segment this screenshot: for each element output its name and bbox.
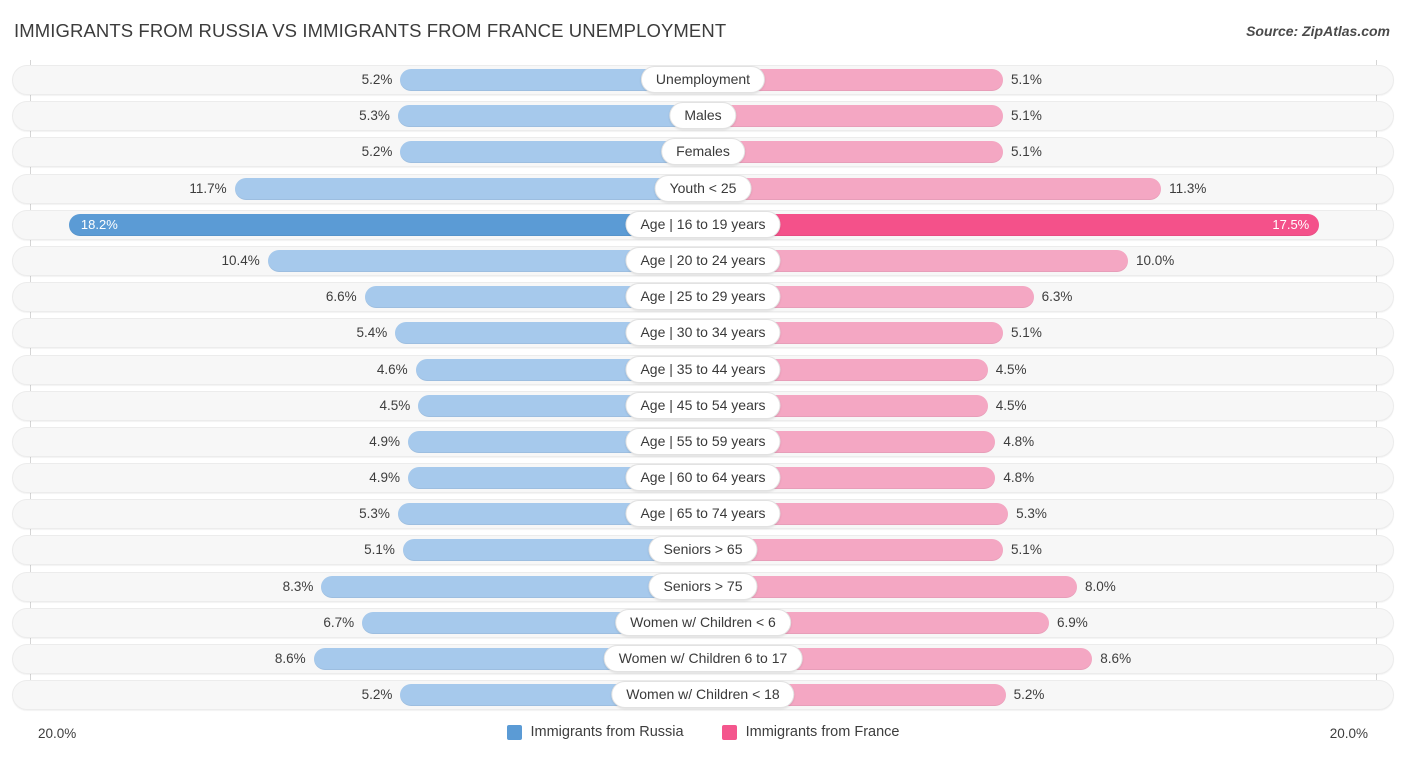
bar-value-left: 4.9% (369, 433, 401, 449)
bar-value-right: 4.5% (995, 397, 1027, 413)
chart-legend: Immigrants from Russia Immigrants from Fr… (0, 724, 1406, 740)
bar-value-left: 11.7% (189, 180, 227, 196)
bar-value-left: 10.4% (221, 252, 260, 268)
bar-value-left: 4.9% (369, 470, 401, 486)
bar-left-russia (400, 141, 703, 164)
bar-value-right: 10.0% (1136, 252, 1175, 268)
category-label-pill: Unemployment (640, 66, 766, 93)
chart-row: 8.6% 8.6% Women w/ Children 6 to 17 (0, 641, 1406, 677)
bar-value-left: 5.1% (364, 542, 395, 558)
bar-value-right: 5.1% (1011, 542, 1042, 558)
bar-value-left: 6.6% (325, 289, 357, 305)
chart-row: 6.6% 6.3% Age | 25 to 29 years (0, 279, 1406, 315)
bar-value-right: 8.6% (1100, 651, 1132, 666)
chart-row: 18.2% 17.5% Age | 16 to 19 years (0, 207, 1406, 243)
legend-label: Immigrants from France (745, 724, 900, 740)
bar-value-left: 8.3% (282, 578, 314, 594)
chart-plot-area: 5.2% 5.1% Unemployment 5.3% 5.1% Males 5.2% 5.1… (0, 58, 1406, 718)
bar-right-france (703, 177, 1162, 200)
chart-row: 5.3% 5.3% Age | 65 to 74 years (0, 496, 1406, 532)
legend-swatch-icon (506, 724, 522, 740)
bar-value-left: 5.3% (359, 108, 390, 124)
bar-value-left: 4.6% (376, 361, 408, 377)
page-title: IMMIGRANTS FROM RUSSIA VS IMMIGRANTS FRO… (14, 20, 727, 41)
chart-row: 4.5% 4.5% Age | 45 to 54 years (0, 388, 1406, 424)
legend-item[interactable]: Immigrants from France (721, 724, 900, 740)
chart-row: 5.2% 5.1% Females (0, 134, 1406, 170)
bar-value-left: 6.7% (323, 614, 355, 630)
category-label-pill: Age | 65 to 74 years (625, 500, 781, 528)
bar-left-russia (234, 177, 703, 200)
chart-row: 5.4% 5.1% Age | 30 to 34 years (0, 315, 1406, 351)
bar-left-russia (321, 575, 703, 598)
chart-row: 4.9% 4.8% Age | 55 to 59 years (0, 424, 1406, 460)
category-label-pill: Age | 55 to 59 years (625, 427, 781, 455)
legend-item[interactable]: Immigrants from Russia (506, 724, 684, 740)
bar-value-left: 18.2% (80, 216, 118, 232)
chart-row: 5.2% 5.1% Unemployment (0, 62, 1406, 98)
bar-right-france (703, 105, 1004, 128)
category-label-pill: Age | 25 to 29 years (625, 283, 781, 311)
chart-row: 6.7% 6.9% Women w/ Children < 6 (0, 605, 1406, 641)
bar-value-right: 5.1% (1011, 325, 1042, 341)
bar-value-left: 5.2% (361, 687, 393, 703)
bar-value-right: 5.1% (1011, 144, 1042, 160)
chart-row: 10.4% 10.0% Age | 20 to 24 years (0, 243, 1406, 279)
chart-rows: 5.2% 5.1% Unemployment 5.3% 5.1% Males 5.2% 5.1… (0, 62, 1406, 713)
bar-value-right: 4.8% (1003, 470, 1035, 486)
bar-value-right: 6.3% (1041, 289, 1073, 305)
bar-value-left: 5.2% (361, 72, 393, 87)
bar-left-russia (397, 105, 703, 128)
bar-right-france (703, 575, 1077, 598)
category-label-pill: Seniors > 75 (648, 572, 758, 600)
bar-value-left: 5.4% (356, 325, 388, 341)
bar-value-right: 5.2% (1013, 687, 1045, 703)
category-label-pill: Age | 16 to 19 years (625, 210, 781, 238)
chart-row: 11.7% 11.3% Youth < 25 (0, 171, 1406, 207)
category-label-pill: Age | 45 to 54 years (625, 391, 781, 419)
bar-value-left: 4.5% (379, 397, 411, 413)
category-label-pill: Youth < 25 (654, 174, 752, 202)
category-label-pill: Women w/ Children 6 to 17 (603, 645, 803, 672)
bar-right-france (703, 213, 1320, 236)
chart-header: IMMIGRANTS FROM RUSSIA VS IMMIGRANTS FRO… (0, 0, 1406, 58)
category-label-pill: Women w/ Children < 18 (611, 681, 795, 709)
chart-row: 8.3% 8.0% Seniors > 75 (0, 569, 1406, 605)
chart-row: 5.1% 5.1% Seniors > 65 (0, 532, 1406, 568)
bar-value-right: 17.5% (1272, 216, 1310, 232)
category-label-pill: Age | 30 to 34 years (625, 319, 781, 347)
category-label-pill: Females (661, 138, 745, 166)
bar-value-right: 6.9% (1056, 614, 1088, 630)
bar-value-left: 5.3% (359, 506, 390, 522)
bar-right-france (703, 141, 1004, 164)
bar-value-right: 5.1% (1011, 72, 1042, 87)
bar-left-russia (68, 213, 703, 236)
category-label-pill: Seniors > 65 (648, 536, 758, 564)
category-label-pill: Age | 20 to 24 years (625, 246, 781, 274)
bar-value-right: 11.3% (1169, 180, 1207, 196)
bar-value-left: 5.2% (361, 144, 393, 160)
chart-row: 5.3% 5.1% Males (0, 98, 1406, 134)
bar-value-right: 5.3% (1016, 506, 1047, 522)
chart-footer: 20.0% 20.0% Immigrants from Russia Immigr… (0, 718, 1406, 757)
category-label-pill: Women w/ Children < 6 (615, 608, 791, 636)
chart-row: 4.9% 4.8% Age | 60 to 64 years (0, 460, 1406, 496)
bar-value-right: 8.0% (1085, 578, 1116, 594)
source-attribution: Source: ZipAtlas.com (1246, 23, 1390, 39)
chart-row: 4.6% 4.5% Age | 35 to 44 years (0, 352, 1406, 388)
bar-value-left: 8.6% (274, 651, 306, 666)
bar-value-right: 4.5% (995, 361, 1027, 377)
category-label-pill: Age | 60 to 64 years (625, 464, 781, 492)
chart-row: 5.2% 5.2% Women w/ Children < 18 (0, 677, 1406, 713)
bar-value-right: 4.8% (1003, 433, 1035, 449)
bar-value-right: 5.1% (1011, 108, 1042, 124)
legend-swatch-icon (721, 724, 737, 740)
legend-label: Immigrants from Russia (530, 724, 684, 740)
category-label-pill: Males (669, 102, 737, 130)
category-label-pill: Age | 35 to 44 years (625, 355, 781, 383)
